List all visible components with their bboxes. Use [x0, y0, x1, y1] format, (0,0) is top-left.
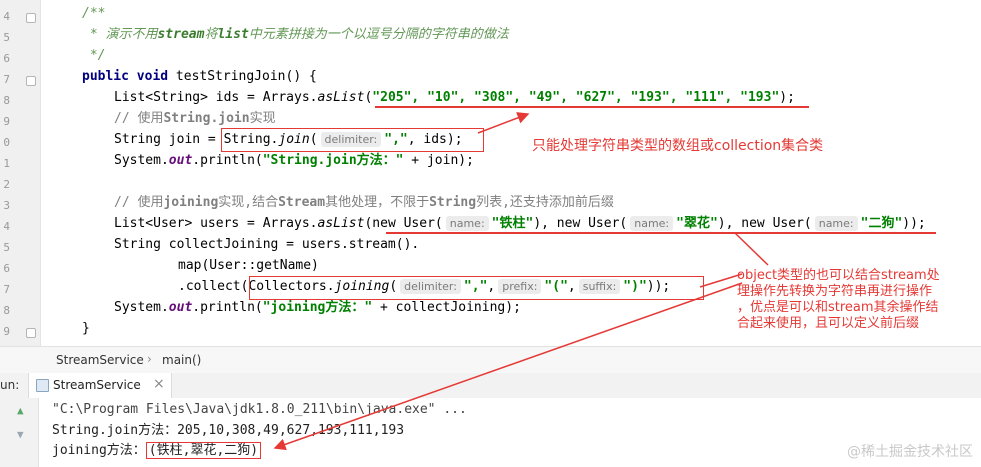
line-number: 8 [3, 94, 10, 107]
run-label: un: [0, 378, 20, 392]
watermark: @稀土掘金技术社区 [847, 444, 973, 460]
code-line[interactable]: System.out.println("joining方法：" + collec… [114, 298, 521, 318]
line-number: 1 [3, 157, 10, 170]
code-editor[interactable]: 4 5 6 7 8 9 0 1 2 3 4 5 6 7 8 9 /** * 演示… [0, 0, 981, 346]
fold-icon[interactable] [26, 13, 36, 23]
fold-icon[interactable] [26, 328, 36, 338]
highlight-box [249, 276, 704, 300]
line-number: 0 [3, 136, 10, 149]
run-config-icon [36, 379, 49, 392]
line-number: 2 [3, 178, 10, 191]
run-toolbar: un: StreamService × [0, 373, 981, 399]
line-number: 3 [3, 199, 10, 212]
line-number: 4 [3, 10, 10, 23]
code-line[interactable]: } [82, 319, 90, 339]
code-line[interactable]: */ [82, 46, 106, 66]
code-line[interactable]: String collectJoining = users.stream(). [114, 235, 419, 255]
highlight-box [221, 128, 484, 152]
line-number: 4 [3, 220, 10, 233]
code-line[interactable]: // 使用String.join实现 [114, 109, 276, 129]
highlight-underline [375, 106, 809, 108]
line-number-gutter: 4 5 6 7 8 9 0 1 2 3 4 5 6 7 8 9 [0, 0, 41, 346]
close-icon[interactable]: × [153, 376, 165, 392]
stop-icon[interactable]: ▼ [17, 428, 24, 441]
annotation-note: 只能处理字符串类型的数组或collection集合类 [532, 138, 824, 154]
line-number: 9 [3, 325, 10, 338]
code-line[interactable]: List<String> ids = Arrays.asList("205", … [114, 88, 795, 108]
code-line[interactable]: // 使用joining实现,结合Stream其他处理，不限于String列表,… [114, 193, 614, 213]
console-command: "C:\Program Files\Java\jdk1.8.0_211\bin\… [52, 402, 467, 417]
console-line: String.join方法：205,10,308,49,627,193,111,… [52, 423, 405, 438]
line-number: 8 [3, 304, 10, 317]
console-output[interactable]: ▲ ▼ "C:\Program Files\Java\jdk1.8.0_211\… [0, 398, 981, 467]
line-number: 5 [3, 31, 10, 44]
line-number: 6 [3, 52, 10, 65]
annotation-note: object类型的也可以结合stream处 理操作先转换为字符串再进行操作 ，优… [737, 268, 940, 331]
code-line[interactable]: /** [82, 4, 105, 24]
line-number: 6 [3, 262, 10, 275]
code-line[interactable]: System.out.println("String.join方法：" + jo… [114, 151, 474, 171]
highlight-underline [386, 216, 936, 234]
line-number: 7 [3, 283, 10, 296]
fold-icon[interactable] [26, 76, 36, 86]
breadcrumb: StreamService › main() [0, 346, 981, 374]
tab-streamservice[interactable]: StreamService × [28, 373, 172, 398]
code-line[interactable]: map(User::getName) [178, 256, 319, 276]
breadcrumb-method[interactable]: main() [162, 353, 201, 367]
console-toolbar: ▲ ▼ [0, 398, 39, 467]
breadcrumb-class[interactable]: StreamService [56, 353, 144, 367]
chevron-right-icon: › [147, 352, 152, 366]
line-number: 7 [3, 73, 10, 86]
line-number: 5 [3, 241, 10, 254]
code-line[interactable]: public void testStringJoin() { [82, 67, 317, 87]
rerun-icon[interactable]: ▲ [17, 404, 24, 417]
line-number: 9 [3, 115, 10, 128]
highlight-box: (铁柱,翠花,二狗) [145, 442, 262, 459]
code-line[interactable]: * 演示不用stream将list中元素拼接为一个以逗号分隔的字符串的做法 [82, 25, 509, 45]
tab-label: StreamService [53, 378, 141, 392]
console-line: joining方法： (铁柱,翠花,二狗) [52, 442, 262, 460]
